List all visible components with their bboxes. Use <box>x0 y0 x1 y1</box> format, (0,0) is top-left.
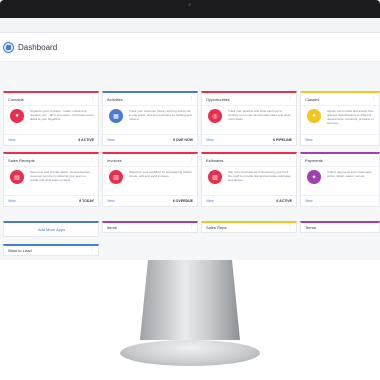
card-title: Classes <box>305 96 320 102</box>
card-classes[interactable]: Classes ⋮ ● Allows you to track and assig… <box>300 91 380 146</box>
card-sales-reps[interactable]: Sales Reps ⋮ <box>201 221 297 233</box>
card-title: Want to Lead <box>8 248 32 253</box>
card-title: Activities <box>107 96 123 102</box>
target-icon: ◎ <box>208 109 222 123</box>
card-estimates[interactable]: Estimates ⋮ ▧ Win more business by empowe… <box>201 152 297 207</box>
view-link[interactable]: View <box>305 138 313 142</box>
card-description: Track your pipeline and what each rep is… <box>228 109 291 121</box>
card-want-to-lead[interactable]: Want to Lead ⋮ <box>3 244 99 256</box>
more-options-icon[interactable]: ⋮ <box>90 96 95 102</box>
card-stat: 6 ACTIVE <box>276 199 292 203</box>
card-title: Opportunities <box>206 96 230 102</box>
view-link[interactable]: View <box>206 138 214 142</box>
card-stat: 6 PIPELINE <box>273 138 292 142</box>
more-options-icon[interactable]: ⋮ <box>90 157 95 163</box>
card-stat: 5 DUE NOW <box>173 138 193 142</box>
view-link[interactable]: View <box>8 138 16 142</box>
card-description: Track your customer history and log acti… <box>129 109 193 121</box>
card-stat: 6 TODAY <box>79 199 94 203</box>
card-title: Sales Reps <box>206 225 227 230</box>
tag-icon: ● <box>307 109 321 123</box>
invoice-icon: ▥ <box>109 170 123 184</box>
card-title: Terms <box>305 225 316 230</box>
monitor-base <box>120 340 260 366</box>
more-options-icon[interactable]: ⋮ <box>189 157 194 163</box>
card-payments[interactable]: Payments ⋮ ✦ Collect payments from custom… <box>300 152 380 207</box>
card-invoices[interactable]: Invoices ⋮ ▥ Speed up your workflow by em… <box>102 152 198 207</box>
top-bar <box>0 18 380 33</box>
estimate-icon: ▧ <box>208 170 222 184</box>
page-title: Dashboard <box>18 42 58 52</box>
card-description: Save time and provide faster, comprehens… <box>30 170 91 182</box>
card-description: Collect payments from customers online, … <box>327 170 372 178</box>
card-stat: 6 OVERDUE <box>172 199 193 203</box>
dashboard-icon[interactable] <box>3 41 14 53</box>
more-options-icon[interactable]: ⋮ <box>189 96 194 102</box>
card-description: Win more business by empowering your fro… <box>228 170 291 182</box>
more-options-icon[interactable]: ⋮ <box>288 225 293 230</box>
more-options-icon[interactable]: ⋮ <box>288 157 293 163</box>
calendar-icon: ▦ <box>109 109 123 123</box>
view-link[interactable]: View <box>305 199 313 203</box>
card-title: Sales Receipts <box>8 157 35 163</box>
more-options-icon[interactable]: ⋮ <box>90 248 95 253</box>
dashboard-content: Contacts ⋮ ● Organize your contacts - lea… <box>0 62 380 260</box>
add-more-apps-card[interactable]: Add More Apps <box>3 221 99 237</box>
card-opportunities[interactable]: Opportunities ⋮ ◎ Track your pipeline and… <box>201 91 297 146</box>
card-title: Items <box>107 225 117 230</box>
view-link[interactable]: View <box>8 199 16 203</box>
view-link[interactable]: View <box>107 199 115 203</box>
card-title: Estimates <box>206 157 224 163</box>
camera <box>188 3 191 6</box>
view-link[interactable]: View <box>206 199 214 203</box>
payment-icon: ✦ <box>307 170 321 184</box>
card-contacts[interactable]: Contacts ⋮ ● Organize your contacts - lea… <box>3 91 99 146</box>
card-items[interactable]: Items ⋮ <box>102 221 198 233</box>
card-activities[interactable]: Activities ⋮ ▦ Track your customer histor… <box>102 91 198 146</box>
card-stat: 6 ACTIVE <box>78 138 94 142</box>
receipt-icon: ▤ <box>10 170 24 184</box>
dashboard-header: Dashboard <box>0 33 380 62</box>
card-title: Payments <box>305 157 323 163</box>
more-options-icon[interactable]: ⋮ <box>371 157 376 163</box>
card-terms[interactable]: Terms <box>300 221 380 233</box>
card-description: Speed up your workflow by empowering sta… <box>129 170 192 178</box>
card-description: Organize your contacts - leads, customer… <box>30 109 94 121</box>
add-more-apps-link[interactable]: Add More Apps <box>38 227 65 232</box>
card-title: Contacts <box>8 96 24 102</box>
more-options-icon[interactable]: ⋮ <box>288 96 293 102</box>
view-link[interactable]: View <box>107 138 115 142</box>
more-options-icon[interactable]: ⋮ <box>189 225 194 230</box>
card-sales-receipts[interactable]: Sales Receipts ⋮ ▤ Save time and provide … <box>3 152 99 207</box>
person-icon: ● <box>10 109 24 123</box>
card-title: Invoices <box>107 157 122 163</box>
monitor-stand <box>140 260 240 340</box>
monitor-frame: Dashboard Contacts ⋮ ● Organize your cont… <box>0 0 380 260</box>
screen: Dashboard Contacts ⋮ ● Organize your cont… <box>0 18 380 260</box>
card-description: Allows you to track and assign fine-grai… <box>327 109 375 125</box>
more-options-icon[interactable]: ⋮ <box>371 96 376 102</box>
